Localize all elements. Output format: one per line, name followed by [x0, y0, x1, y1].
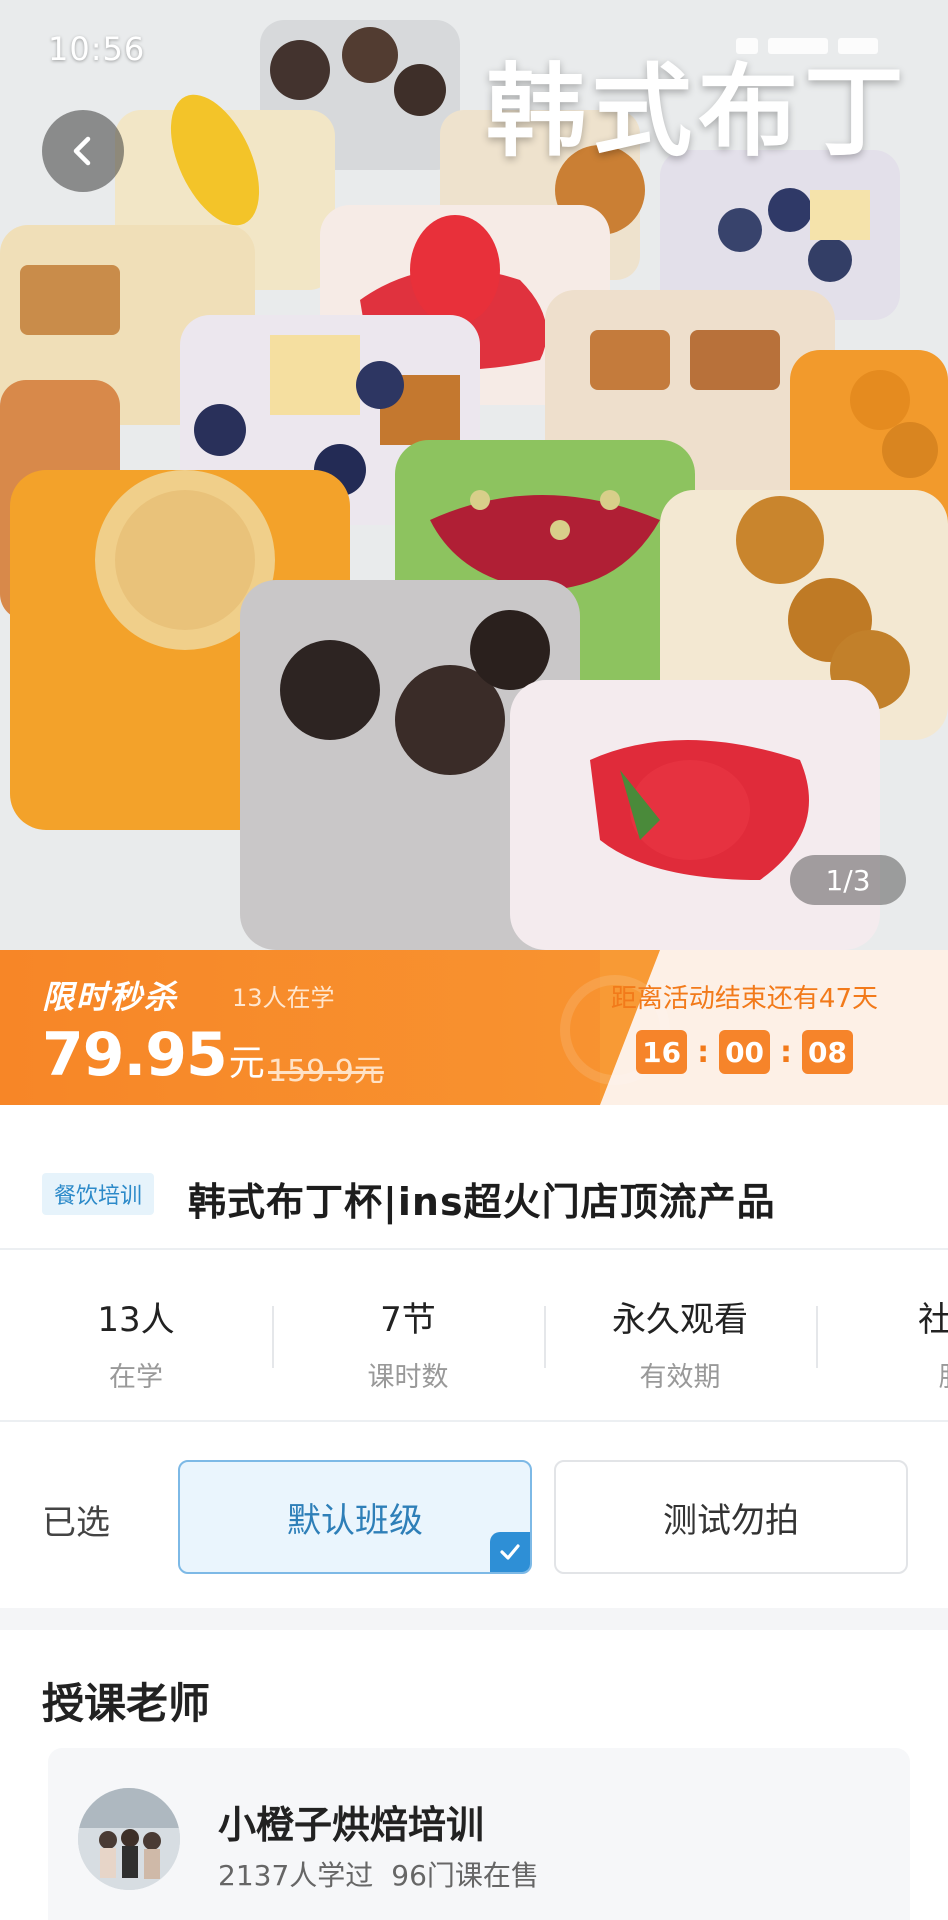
- countdown-timer: 16 : 00 : 08: [636, 1030, 853, 1074]
- flash-sale-bar: 限时秒杀 13人在学 79.95元 159.9元 距离活动结束还有47天 16 …: [0, 950, 948, 1105]
- teacher-avatar: [78, 1788, 180, 1890]
- teacher-courses: 96门课在售: [391, 1859, 539, 1892]
- carousel-pager: 1/3: [790, 855, 906, 905]
- class-selector: 已选 默认班级 测试勿拍: [0, 1420, 948, 1608]
- stat-label: 服: [816, 1355, 948, 1394]
- teacher-learners: 2137人学过: [218, 1859, 374, 1892]
- stat-label: 有效期: [639, 1362, 721, 1393]
- course-detail-page: 10:56 韩式布丁 1/3 限时秒杀 13人在学 79.95元 159.9元 …: [0, 0, 948, 1920]
- stat-label: 在学: [109, 1362, 163, 1393]
- price-unit: 元: [228, 1043, 265, 1084]
- class-option-default[interactable]: 默认班级: [178, 1460, 532, 1574]
- course-title: 韩式布丁杯|ins超火门店顶流产品: [188, 1180, 776, 1224]
- price-value: 79.95: [42, 1020, 228, 1090]
- course-stats: 13人 在学 7节 课时数 永久观看 有效期 社群 服: [0, 1250, 948, 1420]
- sale-price: 79.95元: [42, 1020, 265, 1090]
- stat-community: 社群 服: [816, 1292, 948, 1394]
- status-time: 10:56: [48, 30, 146, 68]
- original-price: 159.9元: [268, 1054, 384, 1089]
- stat-value: 13人: [97, 1300, 175, 1340]
- category-tag: 餐饮培训: [42, 1173, 155, 1215]
- stat-learners: 13人 在学: [0, 1292, 272, 1394]
- teacher-section: 授课老师 小橙子烘焙培训 2137人学过 96门课在售: [0, 1630, 948, 1920]
- stat-lessons: 7节 课时数: [272, 1292, 544, 1394]
- hero-title: 韩式布丁: [486, 53, 910, 170]
- selected-label: 已选: [42, 1503, 110, 1543]
- checkmark-icon: [500, 1544, 520, 1560]
- avatar-image: [78, 1788, 180, 1890]
- countdown-separator: :: [780, 1034, 793, 1070]
- teacher-card[interactable]: 小橙子烘焙培训 2137人学过 96门课在售: [48, 1748, 910, 1920]
- class-option-test[interactable]: 测试勿拍: [554, 1460, 908, 1574]
- promo-learners: 13人在学: [232, 984, 335, 1012]
- selected-check-badge: [490, 1532, 530, 1572]
- back-button[interactable]: [42, 110, 124, 192]
- stat-value: 社群: [918, 1300, 948, 1340]
- countdown-seconds: 08: [802, 1030, 853, 1074]
- teacher-heading: 授课老师: [42, 1679, 211, 1728]
- class-option-label: 默认班级: [287, 1500, 423, 1541]
- stat-validity: 永久观看 有效期: [544, 1292, 816, 1394]
- teacher-name: 小橙子烘焙培训: [218, 1803, 485, 1847]
- countdown-hours: 16: [636, 1030, 688, 1074]
- flash-sale-label: 限时秒杀: [42, 978, 179, 1016]
- stat-value: 永久观看: [612, 1300, 748, 1340]
- countdown-separator: :: [697, 1034, 710, 1070]
- course-title-section: 餐饮培训 韩式布丁杯|ins超火门店顶流产品: [0, 1105, 948, 1250]
- countdown-label: 距离活动结束还有47天: [610, 984, 878, 1014]
- chevron-left-icon: [73, 136, 91, 166]
- stat-label: 课时数: [367, 1362, 449, 1393]
- countdown-minutes: 00: [719, 1030, 771, 1074]
- class-option-label: 测试勿拍: [663, 1500, 799, 1541]
- hero-image-carousel[interactable]: 10:56 韩式布丁 1/3: [0, 0, 948, 950]
- stat-value: 7节: [380, 1300, 436, 1340]
- teacher-meta: 2137人学过 96门课在售: [218, 1854, 539, 1894]
